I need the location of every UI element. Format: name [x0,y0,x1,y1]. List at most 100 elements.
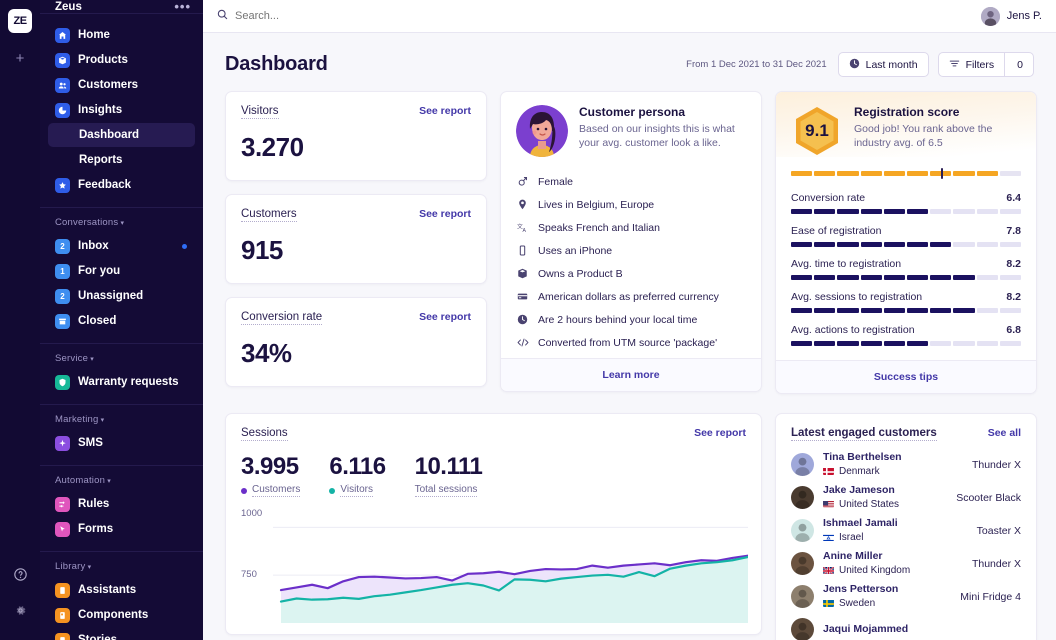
sidebar-item-label: Insights [78,104,123,116]
filters-count: 0 [1017,58,1023,71]
list-item[interactable]: Jake Jameson United States Scooter Black [791,481,1021,514]
trait-text: Female [538,175,574,188]
persona-illustration [516,105,568,157]
user-name: Jens P. [1006,10,1042,22]
sidebar-item-rules[interactable]: Rules [48,492,195,516]
sidebar-item-forms[interactable]: Forms [48,517,195,541]
sidebar-item-home[interactable]: Home [48,23,195,47]
list-item[interactable]: Ishmael Jamali Israel Toaster X [791,514,1021,547]
sidebar-item-insights[interactable]: Insights [48,98,195,122]
avatar [791,618,814,640]
sidebar-item-customers[interactable]: Customers [48,73,195,97]
metric-bar [791,209,1022,214]
sidebar-group-title[interactable]: Marketing ▾ [48,414,195,431]
list-item[interactable]: Jaqui Mojammed [791,613,1021,640]
persona-body: Customer persona Based on our insights t… [501,92,761,358]
customer-name: Jens Petterson [823,583,899,596]
clock-icon [516,314,529,325]
sidebar-item-dashboard[interactable]: Dashboard [48,123,195,147]
unassigned-badge-icon: 2 [55,288,70,304]
stat-label: Total sessions [414,484,483,497]
gender-icon [516,176,529,187]
search-icon [217,7,228,25]
avatar [791,486,814,509]
persona-traits: Female Lives in Belgium, Europe 文 A Spea… [516,170,746,358]
registration-score-card: 9.1 Registration score Good job! You ran… [775,91,1037,394]
sidebar-item-label: Products [78,54,128,66]
sidebar-item-assistants[interactable]: Assistants [48,578,195,602]
metric-row: Conversion rate 6.4 [791,192,1021,204]
see-report-link[interactable]: See report [694,427,746,439]
workspace-logo[interactable]: ZE [8,9,32,33]
sidebar-group-title[interactable]: Automation ▾ [48,475,195,492]
workspace-name: Zeus [55,0,82,13]
sidebar-item-label: Customers [78,79,139,91]
list-item-info: Jake Jameson United States [823,484,947,511]
sidebar-item-unassigned[interactable]: 2 Unassigned [48,284,195,308]
see-report-link[interactable]: See report [419,311,471,323]
trait-text: Converted from UTM source 'package' [538,336,718,349]
see-report-link[interactable]: See report [419,208,471,220]
sessions-chart: 1000 750 [241,508,750,623]
trait-utm-source: Converted from UTM source 'package' [516,331,746,354]
filters-button[interactable]: Filters 0 [937,52,1034,77]
gear-icon[interactable] [14,604,27,622]
sidebar-item-for-you[interactable]: 1 For you [48,259,195,283]
learn-more-button[interactable]: Learn more [501,358,761,391]
engaged-list: Tina Berthelsen Denmark Thunder X Jake J… [791,448,1021,640]
chevron-down-icon: ▾ [98,417,105,424]
sidebar-item-products[interactable]: Products [48,48,195,72]
pin-icon [516,199,529,210]
country-label: United States [839,498,900,510]
help-circle-icon[interactable] [13,568,27,586]
last-month-button[interactable]: Last month [837,52,929,77]
list-item-info: Anine Miller United Kingdom [823,550,963,577]
add-workspace-button[interactable]: + [16,51,25,66]
sidebar-item-inbox[interactable]: 2 Inbox [48,234,195,258]
stat-total-sessions: 10.111 Total sessions [414,453,483,497]
sidebar-item-sms[interactable]: SMS [48,431,195,455]
trait-product: Owns a Product B [516,262,746,285]
sidebar-item-warranty-requests[interactable]: Warranty requests [48,370,195,394]
metric-value: 7.8 [1006,225,1021,237]
trait-text: Uses an iPhone [538,244,613,257]
metric-label: Customers [241,208,297,222]
see-report-link[interactable]: See report [419,105,471,117]
list-item[interactable]: Jens Petterson Sweden Mini Fridge 4 [791,580,1021,613]
metric-row: Avg. time to registration 8.2 [791,258,1021,270]
user-menu[interactable]: Jens P. [980,6,1042,26]
sidebar-group-title[interactable]: Service ▾ [48,353,195,370]
sidebar-group-title[interactable]: Conversations ▾ [48,217,195,234]
sliders-icon [949,58,960,72]
success-tips-button[interactable]: Success tips [776,360,1036,393]
home-icon [55,27,70,43]
sidebar-item-reports[interactable]: Reports [48,148,195,172]
search-container[interactable] [217,7,981,25]
sidebar-item-components[interactable]: Components [48,603,195,627]
sidebar-main-nav: Home Products Customers Insights Dashboa… [40,14,203,208]
sidebar-item-feedback[interactable]: Feedback [48,173,195,197]
sidebar-item-label: Feedback [78,179,132,191]
list-item-info: Ishmael Jamali Israel [823,517,968,544]
sidebar-item-label: Forms [78,523,114,535]
trait-text: American dollars as preferred currency [538,290,719,303]
code-icon [516,337,529,348]
sidebar-group-title[interactable]: Library ▾ [48,561,195,578]
registration-title: Registration score [854,105,960,119]
list-item-info: Jaqui Mojammed [823,623,1021,636]
sidebar-item-closed[interactable]: Closed [48,309,195,333]
sessions-title: Sessions [241,427,288,441]
gauge-segment [814,171,836,176]
search-input[interactable] [235,10,455,22]
list-item[interactable]: Tina Berthelsen Denmark Thunder X [791,448,1021,481]
foryou-badge-icon: 1 [55,263,70,279]
registration-metrics: Conversion rate 6.4 Ease of registration [776,192,1036,360]
trait-languages: 文A Speaks French and Italian [516,216,746,239]
list-item[interactable]: Anine Miller United Kingdom Thunder X [791,547,1021,580]
workspace-menu-icon[interactable]: ••• [174,0,191,13]
stat-value: 3.995 [241,453,299,480]
trait-text: Are 2 hours behind your local time [538,313,698,326]
see-all-link[interactable]: See all [988,427,1021,439]
sidebar-item-stories[interactable]: Stories [48,628,195,640]
sidebar-item-label: Stories [78,634,117,640]
